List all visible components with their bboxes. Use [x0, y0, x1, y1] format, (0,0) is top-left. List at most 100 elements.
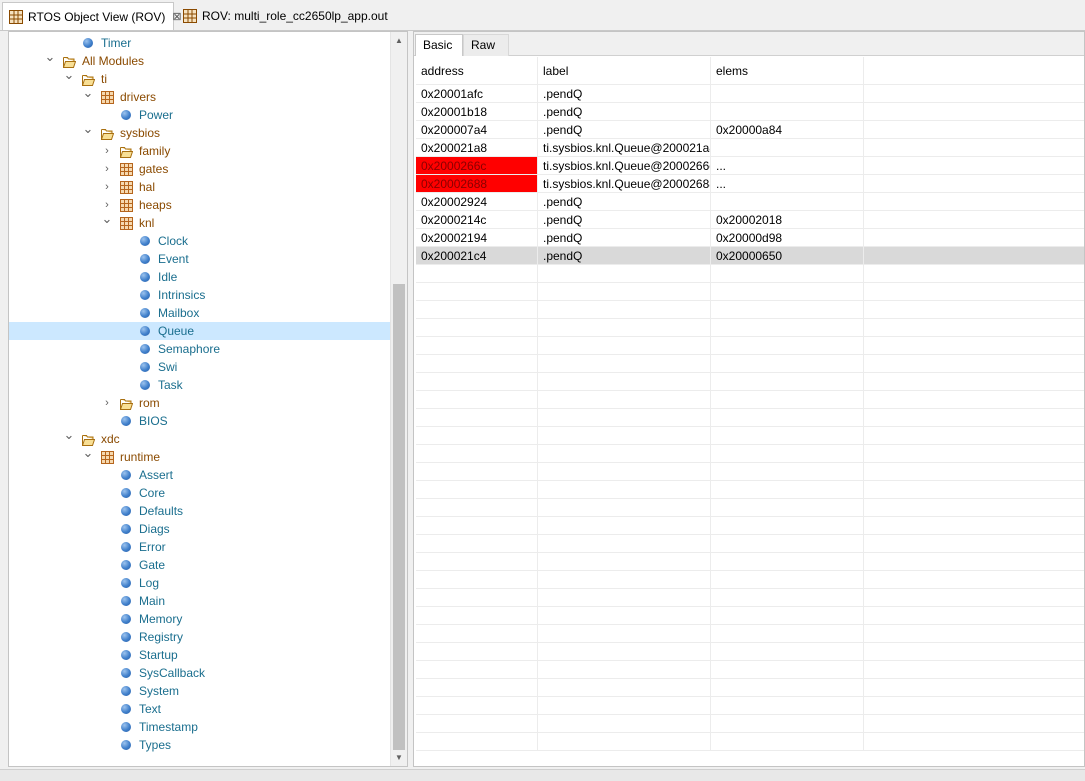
table-cell: [864, 319, 1084, 336]
chevron-right-icon[interactable]: ›: [99, 160, 115, 178]
chevron-down-icon[interactable]: ⌄: [61, 426, 77, 444]
tree-item[interactable]: SysCallback: [9, 664, 391, 682]
table-row[interactable]: 0x2000214c .pendQ 0x20002018: [416, 211, 1084, 229]
table-cell: [711, 337, 864, 354]
chevron-down-icon[interactable]: ⌄: [61, 66, 77, 84]
table-row[interactable]: 0x20002688 ti.sysbios.knl.Queue@20002688.…: [416, 175, 1084, 193]
table-row[interactable]: 0x20001afc .pendQ: [416, 85, 1084, 103]
tree-item-label: Assert: [139, 468, 174, 482]
tree-item[interactable]: › hal: [9, 178, 391, 196]
tree-item[interactable]: ⌄ knl: [9, 211, 391, 232]
tree-scrollbar[interactable]: ▲ ▼: [390, 32, 407, 766]
empty-table-row: [416, 715, 1084, 733]
tree-item-label: Timer: [101, 36, 132, 50]
tab-rtos-object-view[interactable]: RTOS Object View (ROV) ⊠: [2, 2, 182, 30]
tree-item[interactable]: Text: [9, 700, 391, 718]
tree-item-label: Mailbox: [158, 306, 200, 320]
tree-item[interactable]: › rom: [9, 394, 391, 412]
table-cell: [711, 499, 864, 516]
tree-item[interactable]: › gates: [9, 160, 391, 178]
table-cell: [711, 661, 864, 678]
tree-item[interactable]: Semaphore: [9, 340, 391, 358]
tab-basic[interactable]: Basic: [415, 34, 463, 56]
tree-item[interactable]: Memory: [9, 610, 391, 628]
table-cell: [538, 391, 711, 408]
table-cell: [864, 175, 1084, 192]
table-row[interactable]: 0x2000266c ti.sysbios.knl.Queue@2000266c.…: [416, 157, 1084, 175]
tree-item-label: runtime: [120, 450, 161, 464]
empty-table-row: [416, 661, 1084, 679]
table-grid-icon: [9, 9, 23, 24]
tree-item[interactable]: Mailbox: [9, 304, 391, 322]
tree-item[interactable]: Idle: [9, 268, 391, 286]
tree-item[interactable]: Main: [9, 592, 391, 610]
module-tree: Timer ⌄ All Modules ⌄ ti ⌄ drivers Power ⌄ sysbio…: [9, 34, 391, 754]
tree-item[interactable]: Power: [9, 106, 391, 124]
scrollbar-thumb[interactable]: [393, 284, 405, 750]
table-cell: [416, 553, 538, 570]
tree-item[interactable]: Core: [9, 484, 391, 502]
tree-item[interactable]: Log: [9, 574, 391, 592]
table-cell: [711, 355, 864, 372]
tree-item-label: Defaults: [139, 504, 184, 518]
table-row[interactable]: 0x200021a8 ti.sysbios.knl.Queue@200021a8: [416, 139, 1084, 157]
tree-item[interactable]: Swi: [9, 358, 391, 376]
chevron-down-icon[interactable]: ⌄: [42, 48, 58, 66]
chevron-right-icon[interactable]: ›: [99, 142, 115, 160]
empty-table-row: [416, 463, 1084, 481]
tab-raw[interactable]: Raw: [463, 34, 509, 56]
tree-item[interactable]: ⌄ ti: [9, 67, 391, 88]
tree-item[interactable]: Timer: [9, 34, 391, 52]
chevron-down-icon[interactable]: ⌄: [80, 84, 96, 102]
tree-item[interactable]: ⌄ drivers: [9, 85, 391, 106]
tab-rov-multi-role[interactable]: ROV: multi_role_cc2650lp_app.out: [177, 2, 388, 30]
tree-item-label: Task: [158, 378, 183, 392]
tree-item[interactable]: Timestamp: [9, 718, 391, 736]
scroll-down-icon[interactable]: ▼: [391, 749, 407, 766]
column-header[interactable]: label: [538, 57, 711, 84]
tree-item[interactable]: Diags: [9, 520, 391, 538]
scroll-up-icon[interactable]: ▲: [391, 32, 407, 49]
table-row[interactable]: 0x20001b18 .pendQ: [416, 103, 1084, 121]
table-cell: [416, 715, 538, 732]
tree-item[interactable]: ⌄ runtime: [9, 445, 391, 466]
package-grid-icon: [120, 217, 133, 230]
column-header[interactable]: address: [416, 57, 538, 84]
tree-item[interactable]: › heaps: [9, 196, 391, 214]
chevron-down-icon[interactable]: ⌄: [80, 120, 96, 138]
tree-item[interactable]: ⌄ xdc: [9, 427, 391, 448]
tree-item[interactable]: Queue: [9, 322, 391, 340]
tree-item[interactable]: Task: [9, 376, 391, 394]
table-cell: [711, 589, 864, 606]
module-dot-icon: [121, 596, 131, 606]
tree-item[interactable]: Defaults: [9, 502, 391, 520]
empty-table-row: [416, 481, 1084, 499]
table-row[interactable]: 0x20002924 .pendQ: [416, 193, 1084, 211]
tree-item[interactable]: ⌄ sysbios: [9, 121, 391, 142]
tree-item[interactable]: Error: [9, 538, 391, 556]
tree-item[interactable]: › family: [9, 142, 391, 160]
package-grid-icon: [101, 451, 114, 464]
table-cell: 0x20002018: [711, 211, 864, 228]
tree-item-label: gates: [139, 162, 169, 176]
tree-item[interactable]: System: [9, 682, 391, 700]
tree-item[interactable]: Registry: [9, 628, 391, 646]
chevron-down-icon[interactable]: ⌄: [99, 210, 115, 228]
tree-item[interactable]: Gate: [9, 556, 391, 574]
table-row[interactable]: 0x20002194 .pendQ 0x20000d98: [416, 229, 1084, 247]
table-cell: [864, 715, 1084, 732]
tree-item-label: family: [139, 144, 171, 158]
tree-item[interactable]: Event: [9, 250, 391, 268]
table-row[interactable]: 0x200007a4 .pendQ 0x20000a84: [416, 121, 1084, 139]
tree-item[interactable]: Startup: [9, 646, 391, 664]
tree-item[interactable]: Clock: [9, 232, 391, 250]
chevron-right-icon[interactable]: ›: [99, 394, 115, 412]
tree-item[interactable]: Intrinsics: [9, 286, 391, 304]
table-cell: [864, 265, 1084, 282]
column-header[interactable]: elems: [711, 57, 864, 84]
chevron-down-icon[interactable]: ⌄: [80, 444, 96, 462]
table-row[interactable]: 0x200021c4 .pendQ 0x20000650: [416, 247, 1084, 265]
tree-item[interactable]: Assert: [9, 466, 391, 484]
tree-item[interactable]: Types: [9, 736, 391, 754]
chevron-right-icon[interactable]: ›: [99, 178, 115, 196]
